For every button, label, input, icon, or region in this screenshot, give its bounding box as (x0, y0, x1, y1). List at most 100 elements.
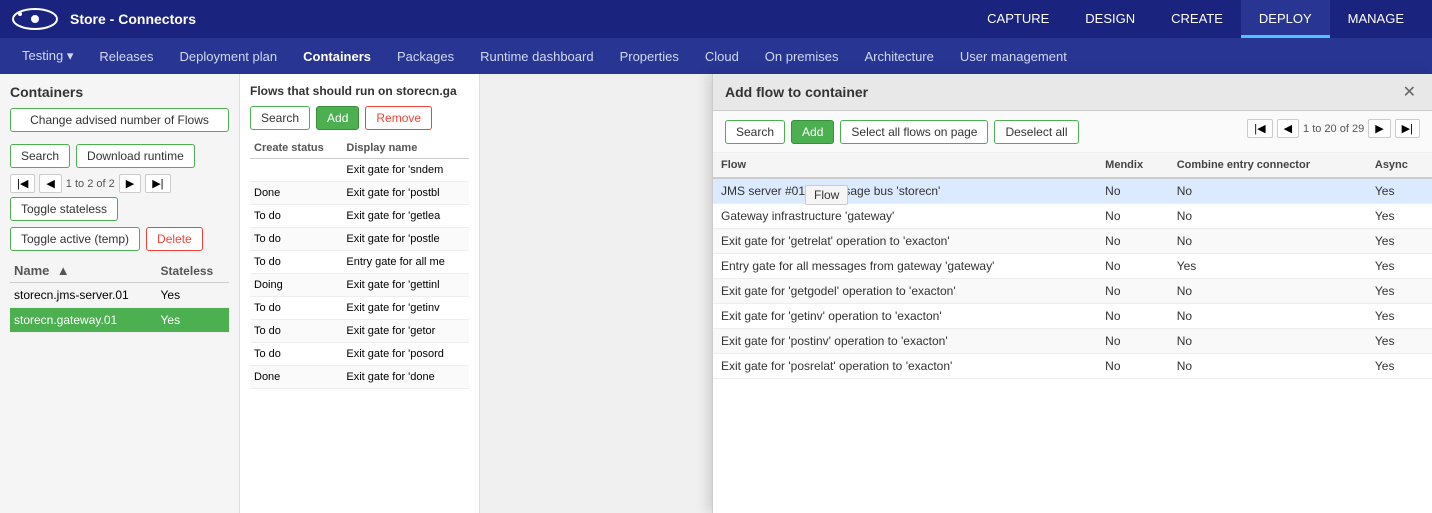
next-page-btn-right[interactable]: ▶ (1368, 119, 1390, 138)
list-item[interactable]: DoneExit gate for 'postbl (250, 182, 469, 205)
flow-combine: No (1169, 178, 1367, 204)
flow-async: Yes (1367, 354, 1432, 379)
flow-mendix: No (1097, 254, 1169, 279)
col-flow: Flow (713, 153, 1097, 178)
flow-status: To do (250, 320, 342, 343)
list-item[interactable]: DoingExit gate for 'gettinl (250, 274, 469, 297)
close-button[interactable]: ✕ (1399, 82, 1420, 102)
nav-deployment-plan[interactable]: Deployment plan (168, 43, 290, 70)
container-stateless: Yes (157, 283, 229, 308)
flow-name: Entry gate for all messages from gateway… (713, 254, 1097, 279)
right-panel-toolbar: Search Add Select all flows on page Dese… (713, 111, 1432, 153)
list-item[interactable]: JMS server #01 of message bus 'storecn'N… (713, 178, 1432, 204)
nav-containers[interactable]: Containers (291, 43, 383, 70)
flow-name: Exit gate for 'sndem (342, 159, 469, 182)
list-item[interactable]: To doEntry gate for all me (250, 251, 469, 274)
nav-releases[interactable]: Releases (87, 43, 165, 70)
list-item[interactable]: To doExit gate for 'getinv (250, 297, 469, 320)
flow-combine: Yes (1169, 254, 1367, 279)
prev-page-btn-left[interactable]: ◀ (39, 174, 61, 193)
flow-async: Yes (1367, 204, 1432, 229)
right-panel-content: Flow Flow Mendix Combine entry connector… (713, 153, 1432, 513)
list-item[interactable]: Gateway infrastructure 'gateway'NoNoYes (713, 204, 1432, 229)
table-row[interactable]: storecn.jms-server.01 Yes (10, 283, 229, 308)
flow-combine: No (1169, 354, 1367, 379)
col-mendix: Mendix (1097, 153, 1169, 178)
nav-architecture[interactable]: Architecture (853, 43, 946, 70)
nav-packages[interactable]: Packages (385, 43, 466, 70)
prev-page-btn-right[interactable]: ◀ (1277, 119, 1299, 138)
delete-button[interactable]: Delete (146, 227, 203, 251)
flow-async: Yes (1367, 254, 1432, 279)
flow-name: Exit gate for 'postinv' operation to 'ex… (713, 329, 1097, 354)
add-button-right[interactable]: Add (791, 120, 834, 144)
col-display-name: Display name (342, 138, 469, 159)
top-nav-bar: Store - Connectors CAPTURE DESIGN CREATE… (0, 0, 1432, 38)
last-page-btn-right[interactable]: ▶| (1395, 119, 1420, 138)
list-item[interactable]: To doExit gate for 'postle (250, 228, 469, 251)
flow-name: Exit gate for 'posord (342, 343, 469, 366)
flow-combine: No (1169, 229, 1367, 254)
remove-button-middle[interactable]: Remove (365, 106, 432, 130)
list-item[interactable]: Exit gate for 'postinv' operation to 'ex… (713, 329, 1432, 354)
flow-mendix: No (1097, 354, 1169, 379)
flow-async: Yes (1367, 229, 1432, 254)
list-item[interactable]: To doExit gate for 'getor (250, 320, 469, 343)
list-item[interactable]: DoneExit gate for 'done (250, 366, 469, 389)
middle-panel-title: Flows that should run on storecn.ga (250, 84, 469, 98)
first-page-btn-left[interactable]: |◀ (10, 174, 35, 193)
download-runtime-button[interactable]: Download runtime (76, 144, 195, 168)
flow-status: To do (250, 228, 342, 251)
search-button-left[interactable]: Search (10, 144, 70, 168)
toggle-active-button[interactable]: Toggle active (temp) (10, 227, 140, 251)
next-page-btn-left[interactable]: ▶ (119, 174, 141, 193)
nav-testing[interactable]: Testing (10, 42, 85, 70)
list-item[interactable]: Exit gate for 'sndem (250, 159, 469, 182)
flow-mendix: No (1097, 304, 1169, 329)
flow-name: Exit gate for 'postle (342, 228, 469, 251)
flow-name: Exit gate for 'getlea (342, 205, 469, 228)
select-all-button[interactable]: Select all flows on page (840, 120, 988, 144)
flow-status: To do (250, 205, 342, 228)
nav-cloud[interactable]: Cloud (693, 43, 751, 70)
flow-name: Exit gate for 'getor (342, 320, 469, 343)
list-item[interactable]: To doExit gate for 'getlea (250, 205, 469, 228)
list-item[interactable]: Exit gate for 'getinv' operation to 'exa… (713, 304, 1432, 329)
second-nav-bar: Testing Releases Deployment plan Contain… (0, 38, 1432, 74)
nav-manage[interactable]: MANAGE (1330, 0, 1422, 38)
search-button-middle[interactable]: Search (250, 106, 310, 130)
add-button-middle[interactable]: Add (316, 106, 359, 130)
first-page-btn-right[interactable]: |◀ (1247, 119, 1272, 138)
nav-deploy[interactable]: DEPLOY (1241, 0, 1330, 38)
nav-on-premises[interactable]: On premises (753, 43, 851, 70)
flow-status: To do (250, 297, 342, 320)
flow-status: To do (250, 343, 342, 366)
col-create-status: Create status (250, 138, 342, 159)
flow-combine: No (1169, 204, 1367, 229)
nav-properties[interactable]: Properties (608, 43, 691, 70)
col-name: Name ▲ (10, 259, 157, 283)
nav-create[interactable]: CREATE (1153, 0, 1241, 38)
flow-name: Exit gate for 'done (342, 366, 469, 389)
flow-status: To do (250, 251, 342, 274)
nav-capture[interactable]: CAPTURE (969, 0, 1067, 38)
list-item[interactable]: Exit gate for 'posrelat' operation to 'e… (713, 354, 1432, 379)
deselect-all-button[interactable]: Deselect all (994, 120, 1078, 144)
nav-user-management[interactable]: User management (948, 43, 1079, 70)
flow-async: Yes (1367, 304, 1432, 329)
list-item[interactable]: Exit gate for 'getgodel' operation to 'e… (713, 279, 1432, 304)
nav-design[interactable]: DESIGN (1067, 0, 1153, 38)
change-advised-button[interactable]: Change advised number of Flows (10, 108, 229, 132)
flow-mendix: No (1097, 279, 1169, 304)
flow-mendix: No (1097, 204, 1169, 229)
search-button-right[interactable]: Search (725, 120, 785, 144)
list-item[interactable]: Entry gate for all messages from gateway… (713, 254, 1432, 279)
list-item[interactable]: Exit gate for 'getrelat' operation to 'e… (713, 229, 1432, 254)
list-item[interactable]: To doExit gate for 'posord (250, 343, 469, 366)
nav-runtime-dashboard[interactable]: Runtime dashboard (468, 43, 605, 70)
flow-name: Exit gate for 'getinv' operation to 'exa… (713, 304, 1097, 329)
last-page-btn-left[interactable]: ▶| (145, 174, 170, 193)
table-row[interactable]: storecn.gateway.01 Yes (10, 308, 229, 333)
container-name: storecn.gateway.01 (10, 308, 157, 333)
toggle-stateless-button[interactable]: Toggle stateless (10, 197, 118, 221)
